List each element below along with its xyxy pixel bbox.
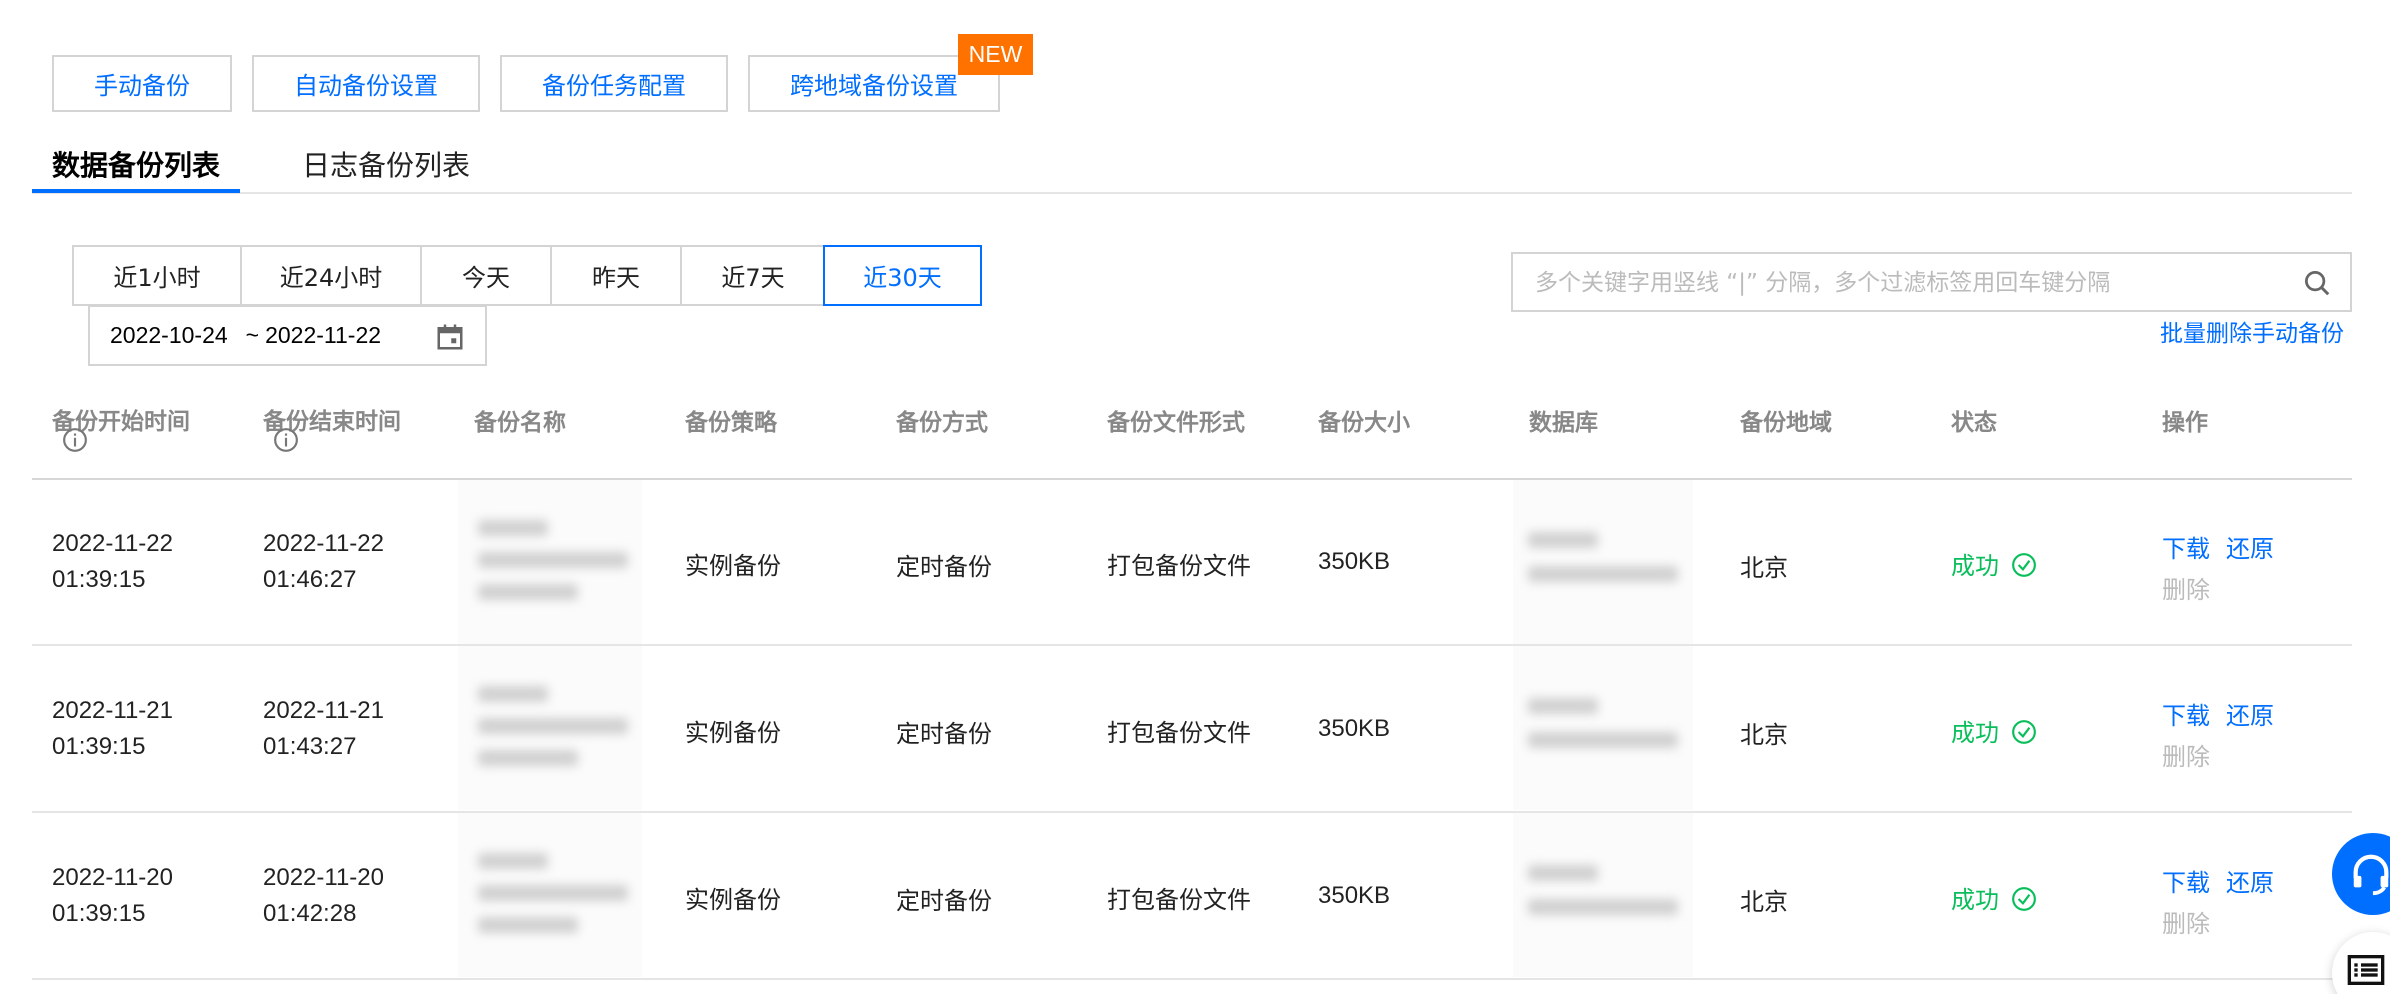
backup-name-redacted	[458, 480, 642, 644]
cell-start-time: 2022-11-20 01:39:15	[52, 864, 173, 927]
new-badge: NEW	[958, 34, 1033, 75]
header-actions: 操作	[2162, 410, 2208, 436]
cell-file-format: 打包备份文件	[1107, 886, 1251, 914]
date-range-end: 2022-11-22	[265, 322, 382, 348]
tab-log-backup-list[interactable]: 日志备份列表	[302, 144, 470, 184]
cell-file-format: 打包备份文件	[1107, 552, 1251, 580]
cell-status: 成功	[1951, 546, 2036, 581]
backup-name-redacted	[458, 813, 642, 977]
database-redacted	[1513, 480, 1693, 644]
row-divider	[32, 644, 2352, 646]
check-circle-icon	[2012, 887, 2036, 911]
header-backup-region: 备份地域	[1740, 410, 1832, 436]
cell-region: 北京	[1740, 888, 1788, 916]
bulk-delete-manual-backup-link[interactable]: 批量删除手动备份	[2160, 314, 2344, 348]
info-icon[interactable]	[62, 427, 88, 453]
range-1h-button[interactable]: 近1小时	[72, 245, 242, 306]
cell-policy: 实例备份	[685, 552, 781, 580]
cell-size: 350KB	[1318, 882, 1391, 909]
range-30d-button[interactable]: 近30天	[823, 245, 982, 306]
table-header-divider	[32, 478, 2352, 480]
download-link[interactable]: 下载	[2162, 863, 2210, 898]
cell-end-time: 2022-11-21 01:43:27	[263, 697, 384, 760]
range-yesterday-button[interactable]: 昨天	[550, 245, 682, 306]
header-backup-method: 备份方式	[896, 410, 988, 436]
cell-policy: 实例备份	[685, 886, 781, 914]
cell-end-time: 2022-11-20 01:42:28	[263, 864, 384, 927]
active-tab-indicator	[32, 189, 240, 193]
delete-link[interactable]: 删除	[2162, 904, 2210, 939]
restore-link[interactable]: 还原	[2226, 529, 2274, 564]
range-7d-button[interactable]: 近7天	[680, 245, 826, 306]
row-divider	[32, 811, 2352, 813]
delete-link[interactable]: 删除	[2162, 737, 2210, 772]
backup-name-redacted	[458, 646, 642, 810]
database-redacted	[1513, 646, 1693, 810]
headset-icon	[2353, 854, 2389, 896]
list-button[interactable]	[2332, 932, 2390, 994]
cell-start-time: 2022-11-22 01:39:15	[52, 530, 173, 593]
cell-end-time: 2022-11-22 01:46:27	[263, 530, 384, 593]
cell-method: 定时备份	[896, 887, 992, 915]
cell-policy: 实例备份	[685, 719, 781, 747]
search-input[interactable]	[1533, 266, 2297, 300]
delete-link[interactable]: 删除	[2162, 570, 2210, 605]
download-link[interactable]: 下载	[2162, 529, 2210, 564]
cell-method: 定时备份	[896, 553, 992, 581]
tabs-divider	[32, 192, 2352, 194]
header-status: 状态	[1951, 410, 1997, 436]
date-range-picker[interactable]: 2022-10-24 ~ 2022-11-22	[88, 305, 487, 366]
database-redacted	[1513, 813, 1693, 977]
support-button[interactable]	[2332, 833, 2390, 915]
cell-method: 定时备份	[896, 720, 992, 748]
range-24h-button[interactable]: 近24小时	[240, 245, 422, 306]
download-link[interactable]: 下载	[2162, 696, 2210, 731]
header-backup-name: 备份名称	[474, 410, 566, 436]
cell-region: 北京	[1740, 554, 1788, 582]
tab-data-backup-list[interactable]: 数据备份列表	[52, 144, 220, 184]
cell-start-time: 2022-11-21 01:39:15	[52, 697, 173, 760]
check-circle-icon	[2012, 553, 2036, 577]
restore-link[interactable]: 还原	[2226, 863, 2274, 898]
cell-region: 北京	[1740, 721, 1788, 749]
date-range-separator: ~	[245, 322, 260, 348]
row-divider	[32, 978, 2352, 980]
cell-status: 成功	[1951, 713, 2036, 748]
range-today-button[interactable]: 今天	[420, 245, 552, 306]
header-file-format: 备份文件形式	[1107, 410, 1245, 436]
header-database: 数据库	[1529, 410, 1598, 436]
restore-link[interactable]: 还原	[2226, 696, 2274, 731]
header-backup-size: 备份大小	[1318, 410, 1410, 436]
search-icon[interactable]	[2302, 268, 2332, 298]
cell-size: 350KB	[1318, 548, 1391, 575]
list-icon	[2347, 955, 2385, 985]
cell-file-format: 打包备份文件	[1107, 719, 1251, 747]
header-backup-policy: 备份策略	[685, 410, 777, 436]
floating-tools	[2300, 800, 2390, 994]
info-icon[interactable]	[273, 427, 299, 453]
manual-backup-button[interactable]: 手动备份	[52, 55, 232, 112]
auto-backup-settings-button[interactable]: 自动备份设置	[252, 55, 480, 112]
calendar-icon[interactable]	[435, 322, 465, 352]
date-range-start: 2022-10-24	[110, 322, 228, 348]
cell-size: 350KB	[1318, 715, 1391, 742]
cell-status: 成功	[1951, 880, 2036, 915]
search-box	[1511, 252, 2352, 312]
backup-task-config-button[interactable]: 备份任务配置	[500, 55, 728, 112]
check-circle-icon	[2012, 720, 2036, 744]
